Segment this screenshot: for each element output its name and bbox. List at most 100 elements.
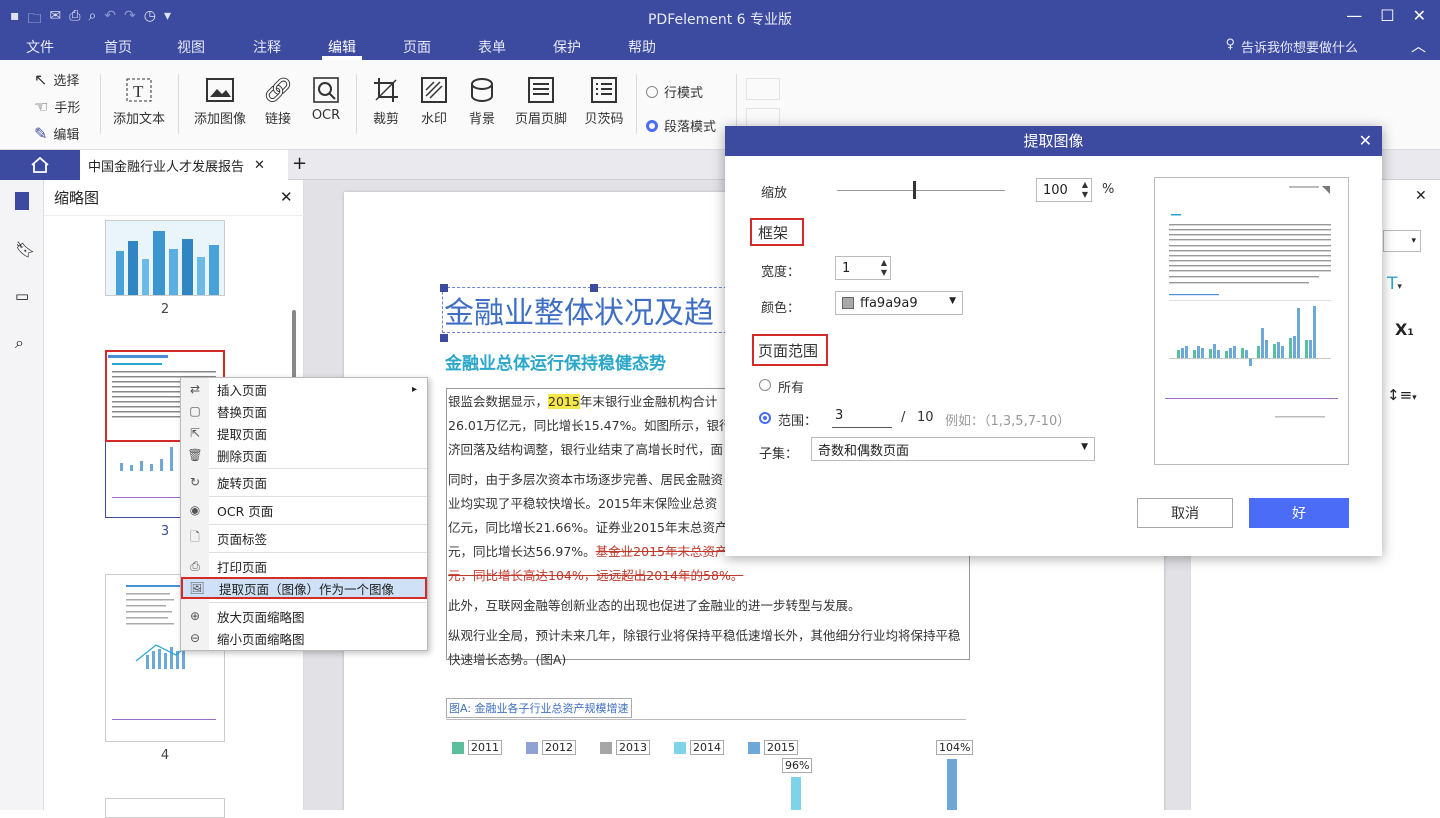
frame-section-title: 框架 [758,224,789,242]
ctx-extract-page[interactable]: ⇱ 提取页面 [181,422,427,444]
font-dropdown[interactable]: ▾ [1383,230,1421,252]
legend-swatch [674,741,686,754]
document-heading[interactable]: 金融业整体状况及趋 [444,288,714,332]
ok-button[interactable]: 好 [1249,498,1349,528]
range-radio[interactable] [759,412,771,424]
ocr-icon [306,72,346,108]
zoom-label: 缩放 [761,186,788,201]
menu-form[interactable]: 表单 [478,37,506,57]
menu-comment[interactable]: 注释 [253,37,281,57]
zoom-input[interactable]: 100 ▲ ▼ [1036,178,1092,202]
tell-me-search[interactable]: ♀ 告诉我你想要做什么 [1225,37,1358,56]
legend-item: 2014 [674,740,724,755]
new-tab-button[interactable]: + [292,153,307,174]
ctx-enlarge-thumbnail[interactable]: ⊕ 放大页面缩略图 [181,605,427,627]
menu-help[interactable]: 帮助 [628,37,656,57]
dialog-close-icon[interactable]: ✕ [1359,131,1372,150]
ctx-delete-page[interactable]: 🗑︎ 删除页面 [181,444,427,466]
resize-handle[interactable] [590,284,598,292]
edit-tool-label: 编辑 [53,128,80,143]
header-footer-button[interactable]: 页眉页脚 [510,72,572,127]
cancel-button[interactable]: 取消 [1137,498,1233,528]
page-thumbnail-2[interactable] [105,220,225,296]
line-spacing-icon[interactable]: ↕≡▾ [1387,386,1417,404]
document-subheading[interactable]: 金融业总体运行保持稳健态势 [445,349,666,374]
select-tool[interactable]: ↖ 选择 [34,70,79,89]
search-icon[interactable]: ⌕ [15,333,24,353]
paragraph-mode-option[interactable]: 段落模式 [646,116,716,135]
close-tab-icon[interactable]: ✕ [254,158,265,173]
close-panel-icon[interactable]: ✕ [1415,188,1427,204]
zoom-slider[interactable] [837,190,1005,191]
zoom-slider-thumb[interactable] [912,181,916,199]
menu-home[interactable]: 首页 [104,37,132,57]
menu-edit[interactable]: 编辑 [328,37,356,57]
close-panel-icon[interactable]: ✕ [280,188,293,206]
menu-file[interactable]: 文件 [26,37,54,57]
ctx-page-label[interactable]: 🗋︎ 页面标签 [181,527,427,549]
maximize-button[interactable]: ☐ [1380,6,1394,25]
home-tab[interactable] [0,150,80,180]
resize-handle[interactable] [440,284,448,292]
background-button[interactable]: 背景 [460,72,504,127]
page-thumbnail-5[interactable] [105,798,225,818]
resize-handle[interactable] [440,334,448,342]
frame-width-input[interactable]: 1 ▲ ▼ [835,256,891,280]
comment-icon[interactable]: ▭ [15,287,29,305]
city-skyline-image [106,221,224,295]
line-mode-option[interactable]: 行模式 [646,82,703,101]
page-preview [1154,177,1349,465]
align-left-icon[interactable] [746,78,780,100]
minimize-button[interactable]: — [1346,6,1362,25]
crop-button[interactable]: 裁剪 [366,72,406,127]
add-image-button[interactable]: 添加图像 [188,72,252,127]
watermark-button[interactable]: 水印 [412,72,456,127]
ctx-replace-page[interactable]: ▢ 替换页面 [181,400,427,422]
collapse-ribbon-icon[interactable]: ︿ [1411,35,1426,56]
close-button[interactable]: ✕ [1413,6,1426,25]
text-line: 此外，互联网金融等创新业态的出现也促进了金融业的进一步转型与发展。 [448,598,861,613]
ribbon-divider [356,74,357,134]
bookmark-icon[interactable]: 🔖︎ [15,240,35,259]
color-swatch [842,297,854,309]
menu-page[interactable]: 页面 [403,37,431,57]
document-tab[interactable]: 中国金融行业人才发展报告 ✕ [80,150,288,180]
range-separator: / [901,410,906,425]
ctx-insert-page[interactable]: ⇄ 插入页面 ▸ [181,378,427,400]
highlighted-year: 2015 [548,394,580,409]
lightbulb-icon: ♀ [1225,37,1235,52]
add-text-button[interactable]: T 添加文本 [108,72,170,127]
subscript-icon[interactable]: X1 [1395,320,1414,339]
line-mode-radio[interactable] [646,85,658,98]
ocr-button[interactable]: OCR [306,72,346,123]
ctx-ocr-page[interactable]: ◉ OCR 页面 [181,499,427,521]
select-tool-label: 选择 [53,74,80,89]
bates-number-button[interactable]: 贝茨码 [578,72,630,127]
range-input[interactable]: 3 [832,408,892,428]
paragraph-mode-radio[interactable] [646,119,658,132]
link-label: 链接 [264,112,291,127]
hand-tool[interactable]: ☜ 手形 [34,97,80,116]
spin-arrows-icon[interactable]: ▲ ▼ [881,258,887,278]
all-pages-radio[interactable] [759,379,771,391]
legend-item: 2012 [526,740,576,755]
ctx-rotate-page[interactable]: ↻ 旋转页面 [181,471,427,493]
menu-protect[interactable]: 保护 [553,37,581,57]
edit-tool[interactable]: ✎ 编辑 [34,124,79,143]
text-color-icon[interactable]: T▾ [1387,274,1402,294]
link-button[interactable]: 🔗︎ 链接 [258,72,298,127]
spin-arrows-icon[interactable]: ▲ ▼ [1082,180,1088,200]
subset-select[interactable]: 奇数和偶数页面 ▼ [811,437,1095,461]
ctx-shrink-thumbnail[interactable]: ⊖ 缩小页面缩略图 [181,627,427,649]
crop-label: 裁剪 [372,112,399,127]
frame-color-select[interactable]: ffa9a9a9 ▼ [835,291,963,315]
background-label: 背景 [468,112,495,127]
thumbnails-panel-icon[interactable] [15,192,29,210]
ctx-extract-as-image[interactable]: 🖼︎ 提取页面（图像）作为一个图像 [181,577,427,599]
ctx-print-page[interactable]: ⎙ 打印页面 [181,555,427,577]
ribbon-divider [100,74,101,134]
legend-swatch [452,741,464,754]
figure-caption[interactable]: 图A: 金融业各子行业总资产规模增速 [446,698,632,718]
menu-view[interactable]: 视图 [177,37,205,57]
ribbon-divider [736,74,737,134]
